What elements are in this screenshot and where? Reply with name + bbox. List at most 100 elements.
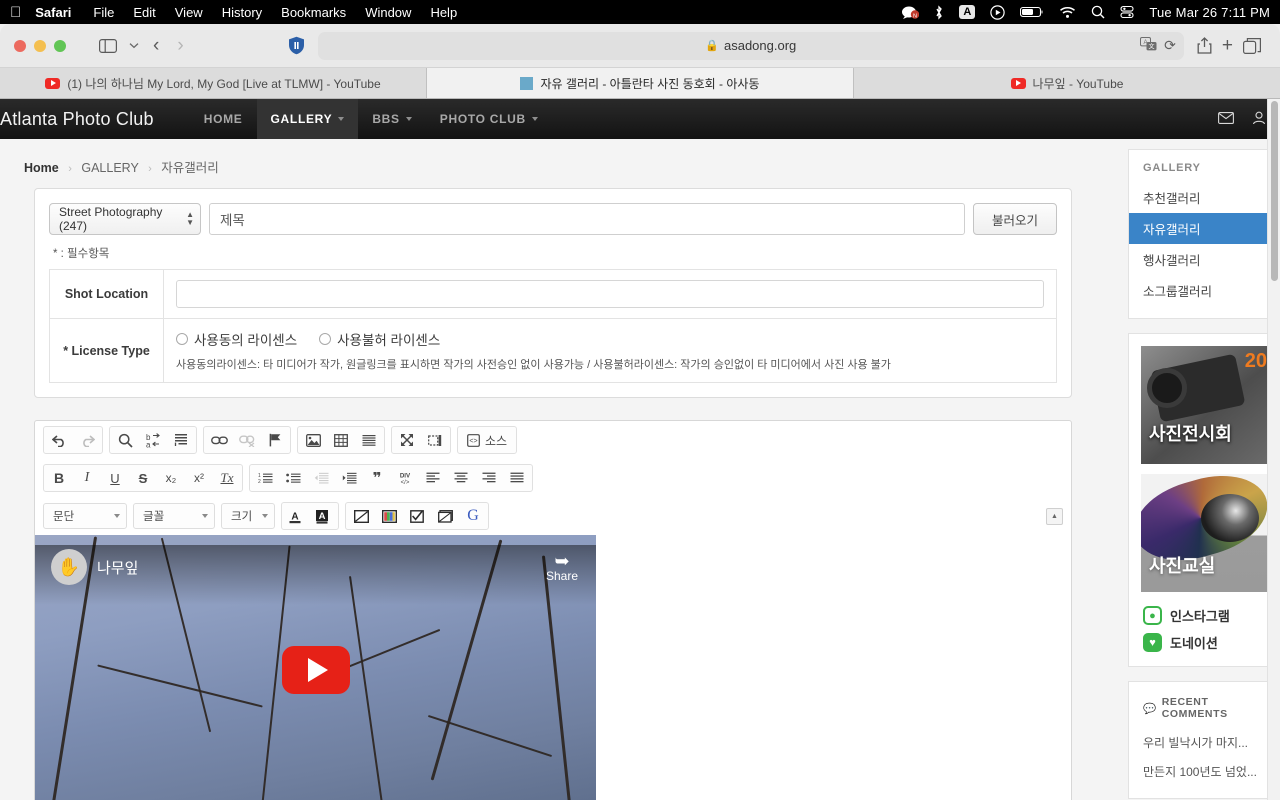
toolbar-collapse-toggle[interactable]: ▲ (1046, 508, 1063, 525)
select-all-icon[interactable] (167, 428, 195, 452)
photo-exhibition-banner[interactable]: 20 사진전시회 (1141, 346, 1271, 464)
insert-image-plugin-icon[interactable] (347, 504, 375, 528)
breadcrumb-home[interactable]: Home (24, 161, 59, 175)
google-icon[interactable]: G (459, 504, 487, 528)
category-select[interactable]: Street Photography (247) ▲▼ (49, 203, 201, 235)
donation-link[interactable]: ♥ 도네이션 (1129, 629, 1273, 656)
italic-icon[interactable]: I (73, 466, 101, 490)
horizontal-rule-icon[interactable] (355, 428, 383, 452)
sidebar-item-event-gallery[interactable]: 행사갤러리 (1129, 244, 1273, 275)
subscript-icon[interactable]: x₂ (157, 466, 185, 490)
align-right-icon[interactable] (475, 466, 503, 490)
breadcrumb-gallery[interactable]: GALLERY (81, 161, 138, 175)
redo-icon[interactable] (73, 428, 101, 452)
vertical-scrollbar-thumb[interactable] (1271, 101, 1278, 281)
channel-avatar-icon[interactable]: ✋ (51, 549, 87, 585)
image-icon[interactable] (299, 428, 327, 452)
show-blocks-icon[interactable] (421, 428, 449, 452)
nav-item-photo-club[interactable]: PHOTO CLUB (426, 99, 552, 139)
close-window-button[interactable] (14, 40, 26, 52)
sidebar-item-recommended-gallery[interactable]: 추천갤러리 (1129, 182, 1273, 213)
bulleted-list-icon[interactable] (279, 466, 307, 490)
justify-icon[interactable] (503, 466, 531, 490)
menu-item-help[interactable]: Help (430, 5, 457, 20)
radio-button-allow[interactable] (176, 333, 188, 345)
youtube-embed[interactable]: ✋ 나무잎 ➥ Share (35, 535, 596, 800)
sidebar-dropdown-icon[interactable] (124, 33, 144, 59)
vertical-scrollbar[interactable] (1267, 99, 1280, 800)
sidebar-item-small-group-gallery[interactable]: 소그룹갤러리 (1129, 275, 1273, 306)
maximize-window-button[interactable] (54, 40, 66, 52)
text-color-button[interactable]: A (283, 504, 310, 528)
editor-content-area[interactable]: ✋ 나무잎 ➥ Share (35, 535, 1071, 800)
radio-button-deny[interactable] (319, 333, 331, 345)
undo-icon[interactable] (45, 428, 73, 452)
title-input[interactable]: 제목 (209, 203, 965, 235)
replace-icon[interactable]: ba (139, 428, 167, 452)
photo-class-banner[interactable]: 사진교실 (1141, 474, 1271, 592)
font-size-select[interactable]: 크기 (221, 503, 275, 529)
media-icon[interactable] (431, 504, 459, 528)
battery-icon[interactable] (1020, 6, 1044, 18)
nav-item-gallery[interactable]: GALLERY (257, 99, 359, 139)
anchor-icon[interactable] (261, 428, 289, 452)
license-option-allow[interactable]: 사용동의 라이센스 (176, 329, 297, 349)
share-icon[interactable] (1192, 33, 1217, 59)
numbered-list-icon[interactable]: 12 (251, 466, 279, 490)
spotlight-search-icon[interactable] (1091, 5, 1105, 19)
menu-bar-clock[interactable]: Tue Mar 26 7:11 PM (1149, 5, 1270, 20)
font-family-select[interactable]: 글꼴 (133, 503, 215, 529)
bluetooth-icon[interactable] (934, 5, 944, 20)
remove-format-icon[interactable]: Tx (213, 466, 241, 490)
new-tab-button[interactable]: + (1217, 33, 1238, 59)
strikethrough-icon[interactable]: S (129, 466, 157, 490)
minimize-window-button[interactable] (34, 40, 46, 52)
list-item[interactable]: 만든지 100년도 넘었... (1129, 757, 1273, 786)
instagram-link[interactable]: ● 인스타그램 (1129, 602, 1273, 629)
source-button[interactable]: <> 소스 (459, 428, 515, 452)
control-center-icon[interactable] (1120, 5, 1134, 19)
sidebar-item-free-gallery[interactable]: 자유갤러리 (1129, 213, 1273, 244)
now-playing-icon[interactable] (990, 5, 1005, 20)
browser-tab-3[interactable]: 나무잎 - YouTube (854, 68, 1280, 98)
nav-item-home[interactable]: HOME (190, 99, 257, 139)
browser-tab-1[interactable]: (1) 나의 하나님 My Lord, My God [Live at TLMW… (0, 68, 427, 98)
superscript-icon[interactable]: x² (185, 466, 213, 490)
load-button[interactable]: 불러오기 (973, 203, 1057, 235)
underline-icon[interactable]: U (101, 466, 129, 490)
nav-item-bbs[interactable]: BBS (358, 99, 425, 139)
license-option-deny[interactable]: 사용불허 라이센스 (319, 329, 440, 349)
tab-overview-icon[interactable] (1238, 33, 1266, 59)
mail-icon[interactable] (1218, 111, 1234, 128)
privacy-shield-icon[interactable] (283, 33, 310, 59)
sidebar-toggle-icon[interactable] (94, 33, 122, 59)
address-bar[interactable]: 🔒 asadong.org A文 ⟳ (318, 32, 1184, 60)
background-color-button[interactable]: A (310, 504, 337, 528)
menu-item-view[interactable]: View (175, 5, 203, 20)
window-controls[interactable] (14, 40, 66, 52)
unlink-icon[interactable] (233, 428, 261, 452)
create-div-icon[interactable]: DIV</> (391, 466, 419, 490)
back-button[interactable]: ‹ (144, 35, 168, 57)
translate-icon[interactable]: A文 (1140, 37, 1157, 54)
align-left-icon[interactable] (419, 466, 447, 490)
browser-tab-2[interactable]: 자유 갤러리 - 아틀란타 사진 동호회 - 아사동 (427, 68, 854, 98)
list-item[interactable]: 우리 빌낙시가 마지... (1129, 728, 1273, 757)
checkbox-icon[interactable] (403, 504, 431, 528)
paragraph-format-select[interactable]: 문단 (43, 503, 127, 529)
find-icon[interactable] (111, 428, 139, 452)
blockquote-icon[interactable]: ❞ (363, 466, 391, 490)
apple-menu-icon[interactable]:  (10, 5, 21, 20)
forward-button[interactable]: › (168, 35, 192, 57)
site-brand[interactable]: Atlanta Photo Club (0, 109, 154, 130)
wifi-icon[interactable] (1059, 6, 1076, 19)
maximize-icon[interactable] (393, 428, 421, 452)
bold-icon[interactable]: B (45, 466, 73, 490)
reload-icon[interactable]: ⟳ (1164, 37, 1176, 54)
input-source-icon[interactable]: A (959, 5, 975, 19)
menu-item-history[interactable]: History (222, 5, 262, 20)
menu-item-edit[interactable]: Edit (133, 5, 155, 20)
shot-location-input[interactable] (176, 280, 1044, 308)
align-center-icon[interactable] (447, 466, 475, 490)
outdent-icon[interactable] (307, 466, 335, 490)
